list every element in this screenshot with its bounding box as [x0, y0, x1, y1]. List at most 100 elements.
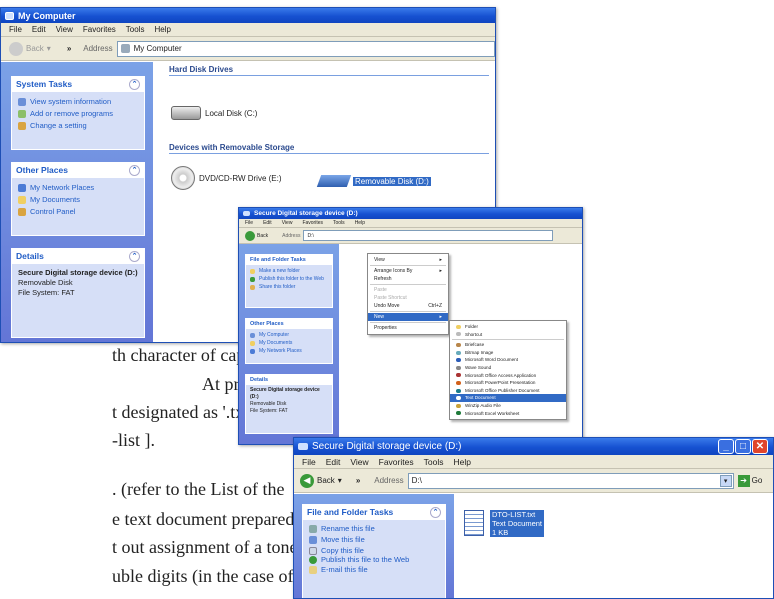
item-label: Text Document	[465, 395, 496, 401]
menu-help[interactable]: Help	[154, 25, 170, 34]
make-folder-link[interactable]: Make a new folder	[250, 267, 328, 275]
context-menu: View ▸ Arrange Icons By ▸ Refresh Paste Pa…	[367, 253, 449, 335]
menu-view[interactable]: View	[350, 457, 368, 467]
menu-item-undo-move[interactable]: Undo Move Ctrl+Z	[368, 302, 448, 310]
local-disk-item[interactable]: Local Disk (C:)	[171, 106, 257, 120]
menu-item-paste[interactable]: Paste	[368, 286, 448, 294]
dropdown-icon[interactable]: ▾	[719, 474, 732, 487]
submenu-item-publisher[interactable]: Microsoft Office Publisher Document	[450, 387, 566, 395]
menu-item-new[interactable]: New ▸	[368, 313, 448, 321]
minimize-button[interactable]: _	[718, 439, 734, 454]
maximize-button[interactable]: □	[735, 439, 751, 454]
menu-item-refresh[interactable]: Refresh	[368, 275, 448, 283]
submenu-item-briefcase[interactable]: Briefcase	[450, 341, 566, 349]
menu-favorites[interactable]: Favorites	[83, 25, 116, 34]
window-title: Secure Digital storage device (D:)	[254, 210, 358, 217]
my-computer-link[interactable]: My Computer	[250, 331, 328, 339]
divider	[370, 322, 446, 323]
publish-folder-link[interactable]: Publish this folder to the Web	[250, 275, 328, 283]
menu-edit[interactable]: Edit	[263, 220, 272, 226]
menu-item-arrange[interactable]: Arrange Icons By ▸	[368, 267, 448, 275]
menu-view[interactable]: View	[282, 220, 293, 226]
my-network-places-link[interactable]: My Network Places	[250, 347, 328, 355]
details-header[interactable]: Details	[246, 374, 332, 385]
menu-tools[interactable]: Tools	[333, 220, 345, 226]
file-item[interactable]: DTO-LIST.txt Text Document 1 KB	[464, 510, 545, 537]
submenu-item-powerpoint[interactable]: Microsoft PowerPoint Presentation	[450, 379, 566, 387]
menu-tools[interactable]: Tools	[424, 457, 444, 467]
removable-disk-icon	[316, 175, 352, 187]
file-folder-tasks-header[interactable]: File and Folder Tasks ⌃	[303, 504, 445, 520]
submenu-item-winzip[interactable]: WinZip Audio File	[450, 402, 566, 410]
link-label: Add or remove programs	[30, 109, 113, 118]
back-button[interactable]: ◀ Back ▾	[300, 473, 342, 488]
menu-edit[interactable]: Edit	[326, 457, 341, 467]
view-system-info-link[interactable]: View system information	[18, 96, 138, 108]
sound-icon	[456, 365, 461, 370]
change-setting-link[interactable]: Change a setting	[18, 120, 138, 132]
menu-help[interactable]: Help	[355, 220, 365, 226]
collapse-icon[interactable]: ⌃	[129, 78, 140, 90]
menu-favorites[interactable]: Favorites	[302, 220, 323, 226]
menu-favorites[interactable]: Favorites	[379, 457, 414, 467]
address-bar[interactable]: My Computer	[116, 40, 495, 57]
title-bar[interactable]: My Computer	[1, 8, 495, 23]
my-documents-link[interactable]: My Documents	[18, 194, 138, 206]
collapse-icon[interactable]: ⌃	[129, 250, 140, 262]
menu-help[interactable]: Help	[453, 457, 470, 467]
add-remove-programs-link[interactable]: Add or remove programs	[18, 108, 138, 120]
menu-file[interactable]: File	[302, 457, 316, 467]
dvd-drive-item[interactable]: DVD/CD-RW Drive (E:)	[171, 166, 282, 190]
submenu-item-folder[interactable]: Folder	[450, 323, 566, 331]
menu-file[interactable]: File	[9, 25, 22, 34]
address-bar[interactable]: D:\	[303, 230, 554, 241]
details-header[interactable]: Details ⌃	[12, 248, 144, 264]
publish-file-link[interactable]: Publish this file to the Web	[309, 556, 439, 564]
submenu-item-excel[interactable]: Microsoft Excel Worksheet	[450, 410, 566, 418]
system-tasks-header[interactable]: System Tasks ⌃	[12, 76, 144, 92]
collapse-icon[interactable]: ⌃	[430, 506, 441, 518]
address-bar[interactable]: D:\ ▾	[407, 472, 734, 489]
item-label: Paste	[374, 287, 387, 293]
close-button[interactable]: ✕	[752, 439, 768, 454]
menu-item-view[interactable]: View ▸	[368, 256, 448, 264]
menu-view[interactable]: View	[56, 25, 73, 34]
access-icon	[456, 373, 461, 378]
my-network-places-link[interactable]: My Network Places	[18, 182, 138, 194]
menu-file[interactable]: File	[245, 220, 253, 226]
submenu-item-access[interactable]: Microsoft Office Access Application	[450, 372, 566, 380]
control-panel-link[interactable]: Control Panel	[18, 206, 138, 218]
email-file-link[interactable]: E-mail this file	[309, 564, 439, 575]
menu-edit[interactable]: Edit	[32, 25, 46, 34]
more-icon[interactable]: »	[67, 44, 71, 53]
share-folder-link[interactable]: Share this folder	[250, 283, 328, 291]
submenu-item-text-document[interactable]: Text Document	[450, 394, 566, 402]
title-bar[interactable]: Secure Digital storage device (D:)	[294, 438, 773, 455]
title-bar[interactable]: Secure Digital storage device (D:)	[239, 208, 582, 219]
move-file-link[interactable]: Move this file	[309, 534, 439, 545]
tasks-title: File and Folder Tasks	[250, 256, 306, 263]
folder-icon	[18, 196, 26, 204]
other-places-header[interactable]: Other Places ⌃	[12, 162, 144, 178]
collapse-icon[interactable]: ⌃	[129, 164, 140, 176]
submenu-item-shortcut[interactable]: Shortcut	[450, 331, 566, 339]
menu-item-properties[interactable]: Properties	[368, 324, 448, 332]
submenu-item-bitmap[interactable]: Bitmap Image	[450, 349, 566, 357]
my-documents-link[interactable]: My Documents	[250, 339, 328, 347]
submenu-item-word[interactable]: Microsoft Word Document	[450, 356, 566, 364]
removable-disk-item[interactable]: Removable Disk (D:)	[316, 175, 431, 187]
file-folder-tasks-header[interactable]: File and Folder Tasks	[246, 254, 332, 265]
file-name: DTO-LIST.txt	[492, 510, 536, 519]
menu-item-paste-shortcut[interactable]: Paste Shortcut	[368, 294, 448, 302]
back-button[interactable]: Back	[245, 230, 268, 241]
details-type: Removable Disk	[18, 278, 73, 287]
more-icon[interactable]: »	[356, 476, 360, 485]
doc-line-4: -list ].	[112, 430, 155, 450]
back-button[interactable]: Back ▾	[9, 41, 51, 56]
submenu-item-wave[interactable]: Wave Sound	[450, 364, 566, 372]
other-places-header[interactable]: Other Places	[246, 318, 332, 329]
rename-file-link[interactable]: Rename this file	[309, 523, 439, 534]
menu-tools[interactable]: Tools	[126, 25, 145, 34]
go-button[interactable]: ➔ Go	[737, 474, 762, 487]
item-label: Folder	[465, 324, 479, 329]
